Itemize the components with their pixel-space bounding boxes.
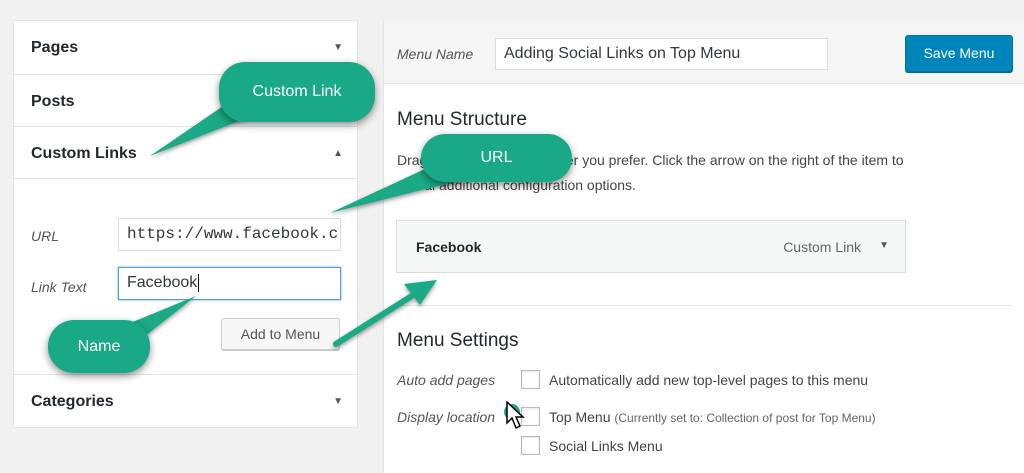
- menu-header: Menu Name Adding Social Links on Top Men…: [384, 20, 1024, 84]
- divider: [396, 305, 1012, 306]
- auto-add-pages-text: Automatically add new top-level pages to…: [549, 372, 869, 388]
- link-text-input[interactable]: Facebook: [118, 267, 341, 300]
- url-label: URL: [31, 228, 60, 244]
- text-caret: [198, 274, 200, 292]
- accordion-title-categories: Categories: [31, 393, 114, 410]
- save-menu-button[interactable]: Save Menu: [905, 35, 1013, 72]
- menu-name-input[interactable]: Adding Social Links on Top Menu: [495, 38, 828, 70]
- add-to-menu-button[interactable]: Add to Menu: [221, 318, 340, 350]
- menu-item-type: Custom Link: [783, 239, 861, 255]
- accordion-section-categories[interactable]: Categories ▼: [14, 374, 357, 428]
- callout-url: URL: [421, 134, 572, 182]
- auto-add-pages-checkbox[interactable]: [521, 370, 540, 389]
- triangle-up-icon[interactable]: ▲: [333, 148, 343, 159]
- accordion-title-custom-links: Custom Links: [31, 145, 137, 162]
- url-input-value: https://www.facebook.c: [127, 225, 339, 243]
- link-text-input-value: Facebook: [127, 274, 198, 292]
- top-menu-note: (Currently set to: Collection of post fo…: [614, 411, 876, 425]
- callout-custom-link: Custom Link: [219, 62, 375, 122]
- callout-name: Name: [48, 320, 150, 373]
- accordion-title-posts: Posts: [31, 93, 75, 110]
- menu-item-title: Facebook: [416, 239, 482, 255]
- menu-item-facebook[interactable]: Facebook Custom Link ▼: [396, 220, 906, 273]
- menu-structure-heading: Menu Structure: [397, 109, 527, 130]
- url-input[interactable]: https://www.facebook.c: [118, 218, 341, 251]
- triangle-down-icon[interactable]: ▼: [333, 396, 343, 407]
- accordion-section-custom-links[interactable]: Custom Links ▲: [14, 127, 357, 179]
- social-links-menu-text: Social Links Menu: [549, 438, 663, 454]
- link-text-label: Link Text: [31, 279, 87, 295]
- menu-name-label: Menu Name: [397, 46, 474, 62]
- top-menu-option: Top Menu (Currently set to: Collection o…: [549, 409, 876, 425]
- triangle-down-icon[interactable]: ▼: [879, 240, 889, 251]
- triangle-down-icon[interactable]: ▼: [333, 42, 343, 53]
- menu-name-value: Adding Social Links on Top Menu: [504, 45, 741, 62]
- top-menu-text: Top Menu: [549, 409, 611, 425]
- social-links-menu-checkbox[interactable]: [521, 436, 540, 455]
- auto-add-pages-label: Auto add pages: [397, 372, 496, 388]
- menu-settings-heading: Menu Settings: [397, 330, 519, 351]
- mouse-pointer-icon: [506, 401, 525, 430]
- menu-edit-panel: Menu Name Adding Social Links on Top Men…: [383, 20, 1024, 473]
- accordion-title-pages: Pages: [31, 39, 79, 56]
- display-location-label: Display location: [397, 409, 496, 425]
